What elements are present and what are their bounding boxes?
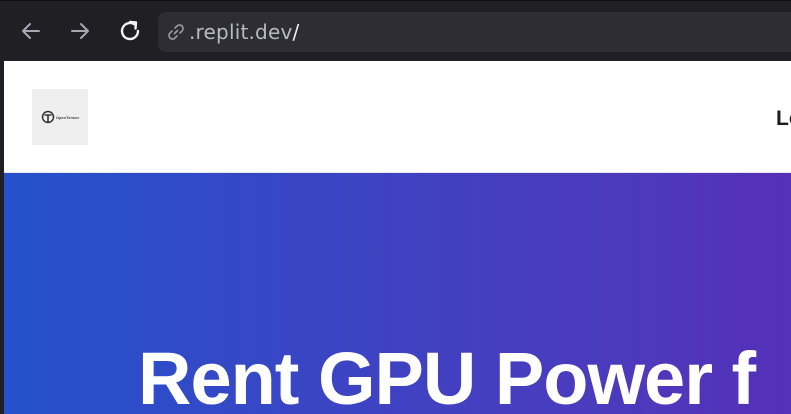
reload-button[interactable] <box>116 17 144 45</box>
hero-section: Rent GPU Power f <box>4 173 791 414</box>
login-link[interactable]: Lo <box>776 107 791 131</box>
forward-button[interactable] <box>66 17 94 45</box>
url-host: .replit.dev <box>189 20 293 44</box>
web-page: OpenTensor Lo Rent GPU Power f <box>4 61 791 414</box>
forward-arrow-icon <box>71 23 89 39</box>
url-text: .replit.dev/ <box>189 20 299 44</box>
site-header: OpenTensor Lo <box>4 61 791 173</box>
browser-toolbar: .replit.dev/ <box>0 0 791 61</box>
logo-icon <box>41 110 55 124</box>
hero-title: Rent GPU Power f <box>138 337 756 414</box>
back-arrow-icon <box>22 23 40 39</box>
link-icon <box>166 22 186 42</box>
url-path: / <box>292 20 300 44</box>
address-bar[interactable]: .replit.dev/ <box>158 12 791 52</box>
back-button[interactable] <box>17 17 45 45</box>
logo-mark: OpenTensor <box>41 110 79 124</box>
logo-text: OpenTensor <box>55 114 80 120</box>
reload-icon <box>120 20 140 41</box>
site-logo[interactable]: OpenTensor <box>32 89 88 145</box>
